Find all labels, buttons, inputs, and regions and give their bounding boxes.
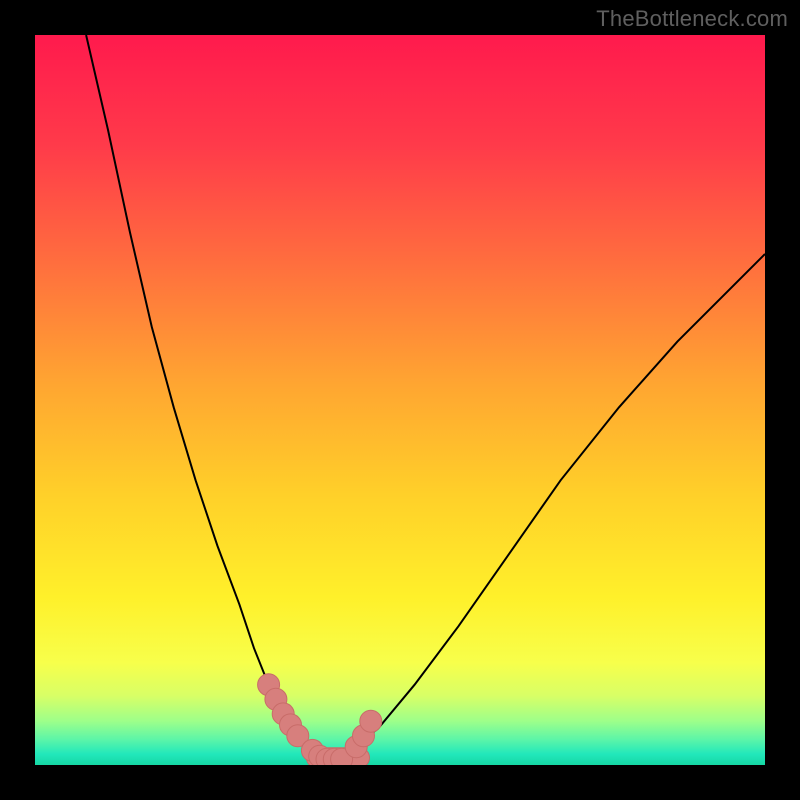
curve-right [327,254,765,761]
chart-curves [35,35,765,765]
outer-frame: TheBottleneck.com [0,0,800,800]
curve-left [86,35,327,761]
watermark-text: TheBottleneck.com [596,6,788,32]
marker-dot [360,710,382,732]
optimal-zone-markers [258,674,382,765]
plot-area [35,35,765,765]
